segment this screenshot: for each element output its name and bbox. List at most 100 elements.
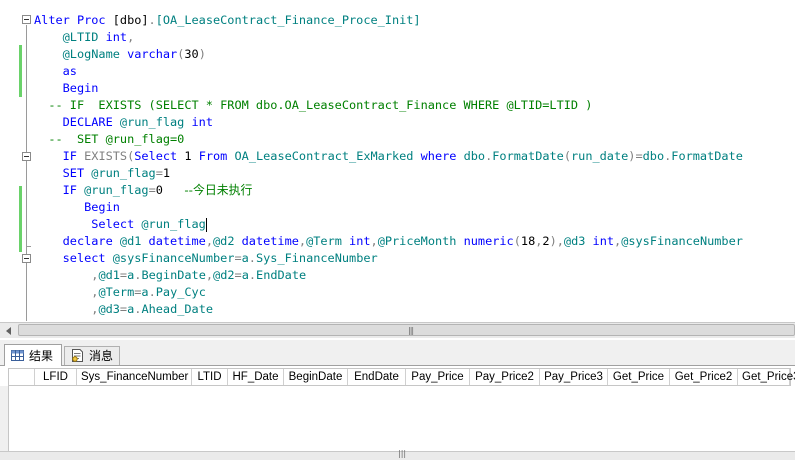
code-token: 30	[184, 47, 199, 61]
column-header[interactable]: LFID	[35, 369, 77, 385]
code-line[interactable]: SET @run_flag=1	[34, 165, 170, 182]
code-token: [OA_LeaseContract_Finance_Proce_Init]	[155, 13, 421, 27]
code-token: Begin	[34, 200, 120, 214]
results-tab-bar: 结果 消息	[0, 340, 795, 366]
code-token: declare	[34, 234, 120, 248]
tab-results[interactable]: 结果	[4, 344, 62, 366]
collapse-minus-icon[interactable]	[22, 15, 31, 24]
code-token: @run_flag	[84, 183, 149, 197]
code-token: int	[592, 234, 615, 248]
code-token: =	[148, 183, 156, 197]
column-header[interactable]: Pay_Price2	[470, 369, 540, 385]
code-token: .	[148, 13, 156, 27]
code-token: where	[420, 149, 464, 163]
code-token: dbo	[463, 149, 486, 163]
code-token: int	[191, 115, 213, 129]
code-token: run_date	[571, 149, 629, 163]
code-token: (	[513, 234, 521, 248]
column-header[interactable]: EndDate	[348, 369, 406, 385]
code-line[interactable]: ,@d1=a.BeginDate,@d2=a.EndDate	[34, 267, 306, 284]
column-header[interactable]: Pay_Price	[406, 369, 470, 385]
collapse-minus-icon[interactable]	[22, 254, 31, 263]
column-header[interactable]: LTID	[192, 369, 228, 385]
code-token: Sys_FinanceNumber	[255, 251, 378, 265]
code-line[interactable]: declare @d1 datetime,@d2 datetime,@Term …	[34, 233, 743, 250]
code-token: Pay_Cyc	[155, 285, 206, 299]
code-token: numeric	[463, 234, 514, 248]
scrollbar-thumb[interactable]	[18, 324, 795, 336]
column-header[interactable]: Get_Price3	[738, 369, 795, 385]
code-line[interactable]: Begin	[34, 199, 120, 216]
code-token: -- IF EXISTS (SELECT * FROM dbo.OA_Lease…	[34, 98, 593, 112]
code-token: FormatDate	[671, 149, 743, 163]
fold-guide-tick	[26, 246, 31, 247]
column-header[interactable]: Sys_FinanceNumber	[77, 369, 192, 385]
code-line[interactable]: as	[34, 63, 77, 80]
code-token: @run_flag	[141, 217, 206, 231]
code-line[interactable]: @LTID int,	[34, 29, 135, 46]
column-header[interactable]: HF_Date	[228, 369, 284, 385]
code-token: (	[563, 149, 572, 163]
code-editor[interactable]: Alter Proc [dbo].[OA_LeaseContract_Finan…	[0, 0, 795, 322]
code-token: Begin	[34, 81, 99, 95]
code-token: @run_flag	[119, 115, 192, 129]
code-token: Select	[34, 217, 142, 231]
code-token: ,	[34, 302, 99, 316]
code-token: ,	[34, 268, 99, 282]
code-token: OA_LeaseContract_ExMarked	[234, 149, 421, 163]
code-token: Alter Proc	[34, 13, 113, 27]
column-header[interactable]: Get_Price2	[670, 369, 738, 385]
code-token: .	[248, 268, 257, 282]
code-token: @LTID	[34, 30, 106, 44]
tab-messages-label: 消息	[89, 349, 114, 363]
column-header[interactable]: BeginDate	[284, 369, 348, 385]
results-grid[interactable]: LFID Sys_FinanceNumber LTID HF_Date Begi…	[0, 366, 795, 459]
collapse-minus-icon[interactable]	[22, 152, 31, 161]
scrollbar-grip-icon: |||	[408, 326, 414, 335]
code-token: [dbo]	[112, 13, 149, 27]
code-line[interactable]: IF EXISTS (Select 1 From OA_LeaseContract…	[34, 148, 743, 165]
fold-guide	[26, 25, 27, 321]
code-token: IF	[34, 183, 85, 197]
code-line[interactable]: DECLARE @run_flag int	[34, 114, 213, 131]
code-token: @d2	[213, 234, 242, 248]
code-line[interactable]: IF @run_flag=0 --今日未执行	[34, 182, 253, 199]
tab-messages[interactable]: 消息	[64, 346, 120, 365]
code-token: ,	[205, 234, 213, 248]
code-token: 1	[162, 166, 171, 180]
code-token: @d1	[98, 268, 120, 282]
code-line[interactable]: ,@d3=a.Ahead_Date	[34, 301, 213, 318]
column-header[interactable]: Pay_Price3	[540, 369, 608, 385]
change-indicator-bar	[19, 45, 22, 97]
code-line[interactable]: ,@Term=a.Pay_Cyc	[34, 284, 206, 301]
column-header[interactable]: Get_Price	[608, 369, 670, 385]
editor-horizontal-scrollbar[interactable]: |||	[0, 322, 795, 338]
scroll-left-arrow-icon[interactable]	[6, 327, 11, 335]
code-token: as	[34, 64, 77, 78]
code-line[interactable]: Alter Proc [dbo].[OA_LeaseContract_Finan…	[34, 12, 421, 29]
code-token: varchar	[127, 47, 178, 61]
code-token: dbo	[642, 149, 665, 163]
code-token: a	[241, 268, 249, 282]
code-line[interactable]: -- IF EXISTS (SELECT * FROM dbo.OA_Lease…	[34, 97, 592, 114]
code-token: .	[248, 251, 256, 265]
message-icon	[72, 349, 83, 362]
code-line[interactable]: select @sysFinanceNumber=a.Sys_FinanceNu…	[34, 250, 378, 267]
code-line[interactable]: Select @run_flag	[34, 216, 207, 233]
code-token: SET	[34, 166, 92, 180]
code-token: @run_flag	[91, 166, 156, 180]
code-line[interactable]: @LogName varchar(30)	[34, 46, 206, 63]
code-token: @d1	[119, 234, 149, 248]
code-token: @Term	[306, 234, 350, 248]
grid-icon	[11, 350, 24, 361]
code-line[interactable]: -- SET @run_flag=0	[34, 131, 184, 148]
code-token: =	[155, 166, 163, 180]
code-token: @LogName	[34, 47, 128, 61]
code-token: ,	[205, 268, 214, 282]
code-token: @d3	[563, 234, 593, 248]
code-token: -- SET @run_flag=0	[34, 132, 185, 146]
code-token: )	[198, 47, 206, 61]
code-line[interactable]: Begin	[34, 80, 99, 97]
grid-corner-cell[interactable]	[9, 369, 35, 385]
code-token: @sysFinanceNumber	[112, 251, 235, 265]
